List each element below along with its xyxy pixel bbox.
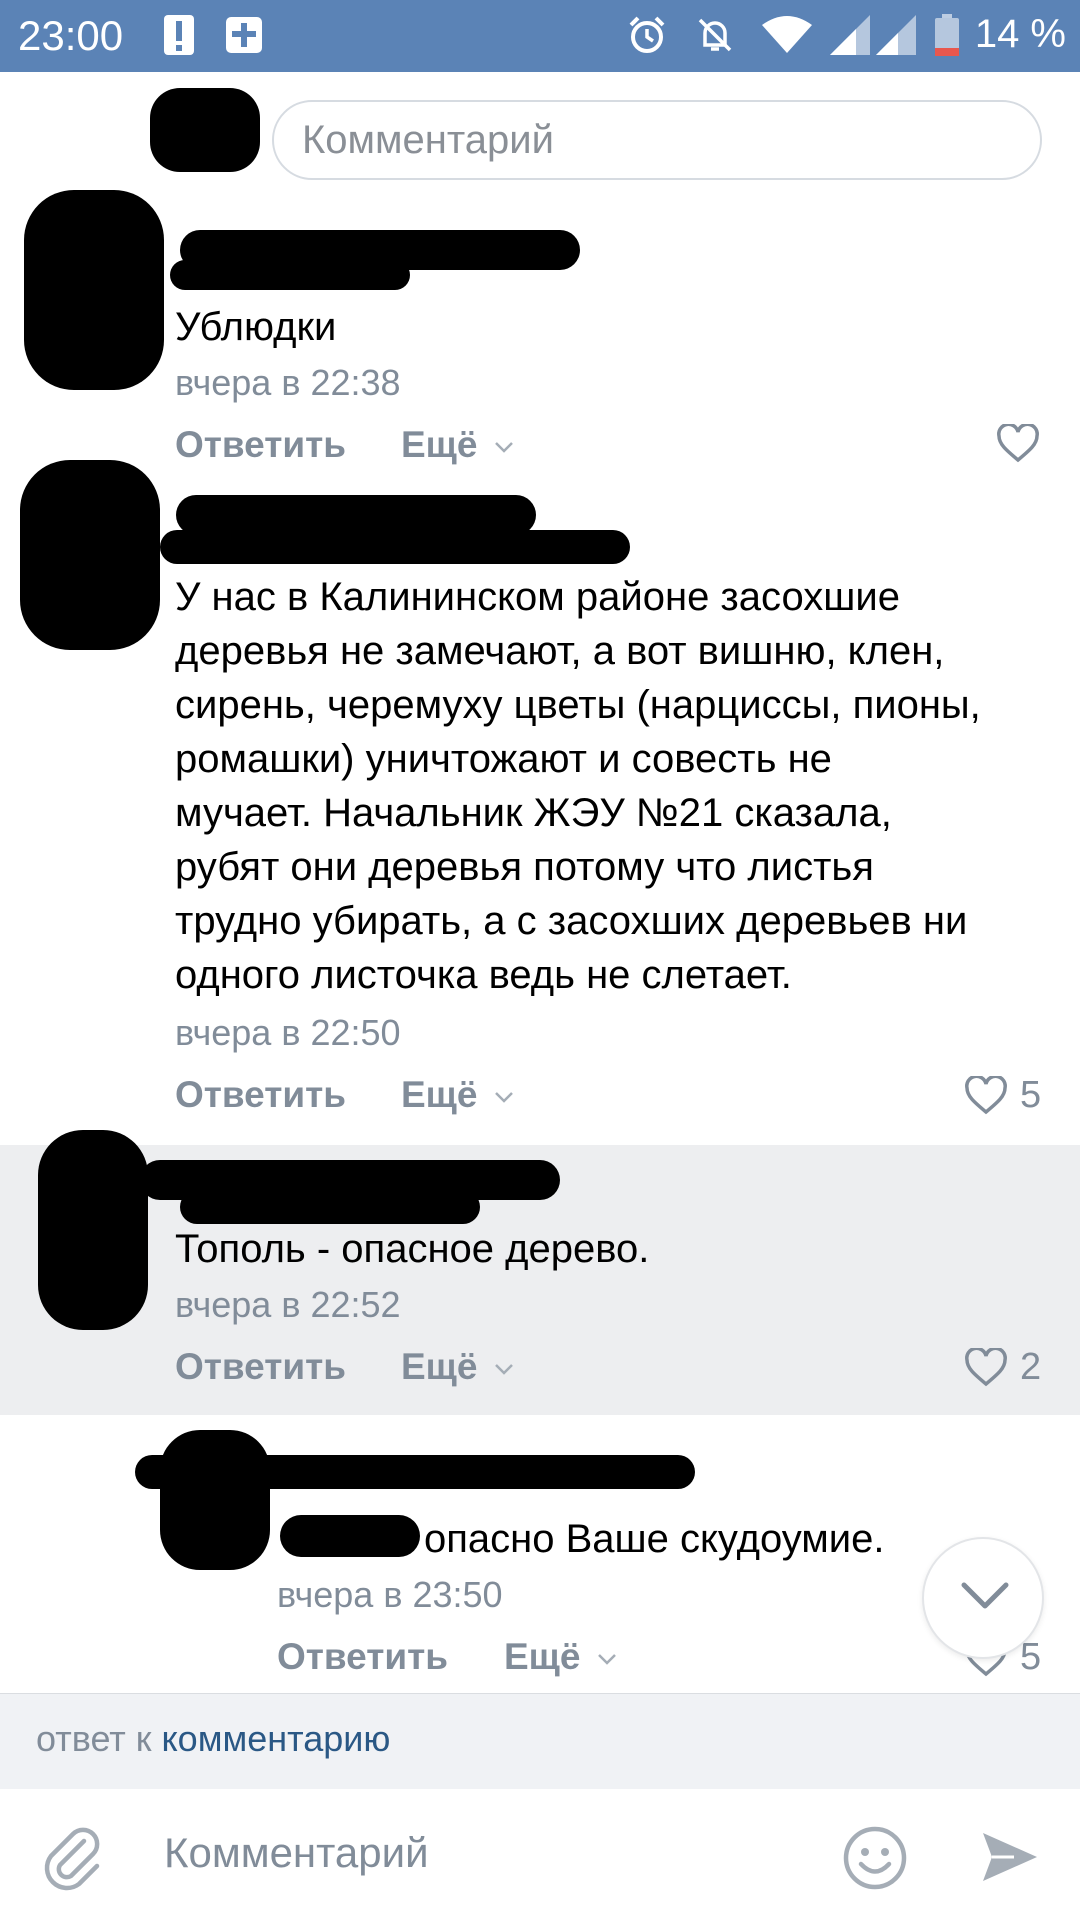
battery-icon [934, 14, 960, 56]
alarm-icon [626, 14, 668, 56]
author-name-redacted [160, 530, 630, 564]
comment-input-placeholder: Комментарий [302, 118, 554, 162]
reply-target-prefix: ответ к [36, 1718, 152, 1759]
status-time: 23:00 [18, 12, 124, 59]
like-button[interactable]: 5 [964, 1074, 1041, 1117]
wifi-icon [760, 14, 814, 56]
signal-icon [876, 14, 916, 56]
paperclip-icon [44, 1827, 100, 1891]
heart-icon [965, 1075, 1007, 1114]
plus-box-icon [226, 14, 262, 56]
comment-input-bottom[interactable]: Комментарий [164, 1829, 429, 1877]
comment-line: У нас в Калининском районе засохшие [175, 575, 900, 619]
reply-target-link[interactable]: комментарию [162, 1718, 391, 1759]
reply-button[interactable]: Ответить [175, 1346, 346, 1388]
more-label: Ещё [504, 1636, 581, 1677]
send-icon [983, 1833, 1037, 1881]
heart-icon [997, 422, 1039, 463]
avatar-redacted [38, 1130, 148, 1330]
chevron-down-icon [494, 442, 513, 453]
comment-composer: Комментарий [0, 1789, 1080, 1920]
reply-button[interactable]: Ответить [175, 1074, 346, 1116]
author-name-redacted [176, 495, 536, 535]
like-button[interactable]: 2 [964, 1346, 1041, 1389]
more-button[interactable]: Ещё [504, 1636, 617, 1678]
emoji-button[interactable] [842, 1825, 908, 1896]
notifications-off-icon [694, 14, 736, 56]
battery-percent: 14 % [974, 12, 1066, 56]
comment-text: Тополь - опасное дерево. [175, 1227, 650, 1271]
more-button[interactable]: Ещё [401, 424, 514, 466]
attach-button[interactable] [40, 1825, 106, 1896]
comment-line: сирень, черемуху цветы (нарциссы, пионы, [175, 683, 981, 727]
status-bar: 23:00 14 % [0, 0, 1080, 72]
avatar-redacted [160, 1430, 270, 1570]
avatar-redacted [20, 460, 160, 650]
reply-target-bar: ответ к комментарию [0, 1693, 1080, 1790]
author-name-redacted [180, 1190, 480, 1224]
comment-time: вчера в 22:50 [175, 1012, 401, 1053]
comment-line: одного листочка ведь не слетает. [175, 953, 792, 997]
comment-time: вчера в 22:52 [175, 1284, 401, 1325]
chevron-down-icon [494, 1364, 513, 1375]
reply-mention-redacted [280, 1515, 420, 1557]
like-count: 2 [1020, 1346, 1042, 1388]
comment-input-top[interactable]: Комментарий [272, 100, 1042, 180]
author-name-redacted [135, 1455, 695, 1489]
comment-line: мучает. Начальник ЖЭУ №21 сказала, [175, 791, 892, 835]
heart-icon [965, 1347, 1007, 1386]
comment-text: Ублюдки [175, 305, 337, 349]
comment-time: вчера в 23:50 [277, 1574, 503, 1615]
reply-target-text: ответ к комментарию [36, 1718, 390, 1760]
more-button[interactable]: Ещё [401, 1074, 514, 1116]
author-name-redacted [170, 260, 410, 290]
avatar-redacted [24, 190, 164, 390]
alert-icon [162, 14, 196, 56]
comment-time: вчера в 22:38 [175, 362, 401, 403]
more-label: Ещё [401, 1074, 478, 1115]
like-button[interactable] [996, 422, 1040, 469]
comment-text: У нас в Калининском районе засохшие дере… [175, 570, 981, 1002]
chevron-down-icon [961, 1582, 1009, 1609]
more-button[interactable]: Ещё [401, 1346, 514, 1388]
avatar-redacted [150, 88, 260, 172]
comment-line: трудно убирать, а с засохших деревьев ни [175, 899, 968, 943]
more-label: Ещё [401, 1346, 478, 1387]
chevron-down-icon [494, 1092, 513, 1103]
like-count: 5 [1020, 1074, 1042, 1116]
reply-button[interactable]: Ответить [175, 424, 346, 466]
chevron-down-icon [597, 1654, 616, 1665]
comment-line: рубят они деревья потому что листья [175, 845, 874, 889]
reply-button[interactable]: Ответить [277, 1636, 448, 1678]
comment-line: ромашки) уничтожают и совесть не [175, 737, 832, 781]
more-label: Ещё [401, 424, 478, 465]
smiley-icon [843, 1826, 907, 1890]
send-button[interactable] [980, 1827, 1040, 1892]
scroll-down-button[interactable] [922, 1537, 1044, 1659]
comment-line: деревья не замечают, а вот вишню, клен, [175, 629, 945, 673]
signal-icon [830, 14, 870, 56]
comment-text: опасно Ваше скудоумие. [424, 1517, 885, 1561]
